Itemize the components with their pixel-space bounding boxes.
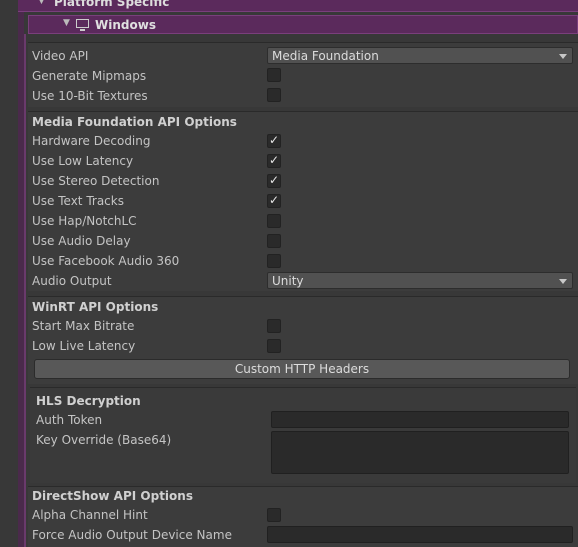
use-facebook-audio-360-checkbox[interactable] bbox=[267, 254, 281, 268]
windows-foldout-header[interactable]: ▼ Windows bbox=[28, 15, 578, 34]
use-hap-notchlc-label: Use Hap/NotchLC bbox=[32, 214, 137, 228]
alpha-channel-hint-checkbox[interactable] bbox=[267, 508, 281, 522]
start-max-bitrate-label: Start Max Bitrate bbox=[32, 319, 135, 333]
monitor-icon bbox=[76, 19, 89, 31]
hls-title: HLS Decryption bbox=[36, 394, 141, 408]
use-text-tracks-checkbox[interactable]: ✓ bbox=[267, 193, 281, 208]
winrt-title: WinRT API Options bbox=[32, 300, 159, 314]
use-facebook-audio-360-label: Use Facebook Audio 360 bbox=[32, 254, 180, 268]
checkmark-icon: ✓ bbox=[269, 133, 280, 147]
audio-output-dropdown[interactable]: Unity bbox=[267, 272, 573, 289]
platform-specific-header[interactable]: ▼ Platform Specific bbox=[18, 0, 578, 12]
generate-mipmaps-checkbox[interactable] bbox=[267, 68, 281, 82]
low-live-latency-checkbox[interactable] bbox=[267, 339, 281, 353]
key-override-field[interactable] bbox=[271, 431, 569, 474]
use-10bit-checkbox[interactable] bbox=[267, 88, 281, 102]
auth-token-field[interactable] bbox=[271, 411, 569, 428]
windows-label: Windows bbox=[95, 18, 156, 32]
checkmark-icon: ✓ bbox=[269, 153, 280, 167]
use-audio-delay-label: Use Audio Delay bbox=[32, 234, 131, 248]
chevron-down-icon bbox=[559, 54, 567, 59]
video-api-dropdown[interactable]: Media Foundation bbox=[267, 47, 573, 64]
audio-output-label: Audio Output bbox=[32, 274, 112, 288]
use-stereo-detection-checkbox[interactable]: ✓ bbox=[267, 173, 281, 188]
use-low-latency-checkbox[interactable]: ✓ bbox=[267, 153, 281, 168]
use-audio-delay-checkbox[interactable] bbox=[267, 234, 281, 248]
use-low-latency-label: Use Low Latency bbox=[32, 154, 134, 168]
use-hap-notchlc-checkbox[interactable] bbox=[267, 214, 281, 228]
video-api-value: Media Foundation bbox=[272, 49, 379, 63]
directshow-title: DirectShow API Options bbox=[32, 489, 193, 503]
auth-token-label: Auth Token bbox=[36, 413, 103, 427]
key-override-label: Key Override (Base64) bbox=[36, 433, 172, 447]
generate-mipmaps-label: Generate Mipmaps bbox=[32, 69, 147, 83]
custom-http-headers-button[interactable]: Custom HTTP Headers bbox=[34, 359, 570, 379]
media-foundation-title: Media Foundation API Options bbox=[32, 115, 237, 129]
video-api-label: Video API bbox=[32, 49, 89, 63]
audio-output-value: Unity bbox=[272, 274, 304, 288]
force-audio-output-label: Force Audio Output Device Name bbox=[32, 528, 232, 542]
alpha-channel-hint-label: Alpha Channel Hint bbox=[32, 508, 148, 522]
hardware-decoding-label: Hardware Decoding bbox=[32, 134, 151, 148]
use-text-tracks-label: Use Text Tracks bbox=[32, 194, 124, 208]
checkmark-icon: ✓ bbox=[269, 173, 280, 187]
force-audio-output-field[interactable] bbox=[267, 526, 573, 543]
platform-specific-label: Platform Specific bbox=[54, 0, 170, 9]
hardware-decoding-checkbox[interactable]: ✓ bbox=[267, 133, 281, 148]
low-live-latency-label: Low Live Latency bbox=[32, 339, 136, 353]
use-stereo-detection-label: Use Stereo Detection bbox=[32, 174, 160, 188]
start-max-bitrate-checkbox[interactable] bbox=[267, 319, 281, 333]
use-10bit-label: Use 10-Bit Textures bbox=[32, 89, 148, 103]
foldout-arrow-icon: ▼ bbox=[63, 18, 70, 28]
foldout-arrow-icon: ▼ bbox=[38, 0, 45, 6]
checkmark-icon: ✓ bbox=[269, 193, 280, 207]
foldout-frame-line bbox=[24, 34, 26, 547]
chevron-down-icon bbox=[559, 279, 567, 284]
